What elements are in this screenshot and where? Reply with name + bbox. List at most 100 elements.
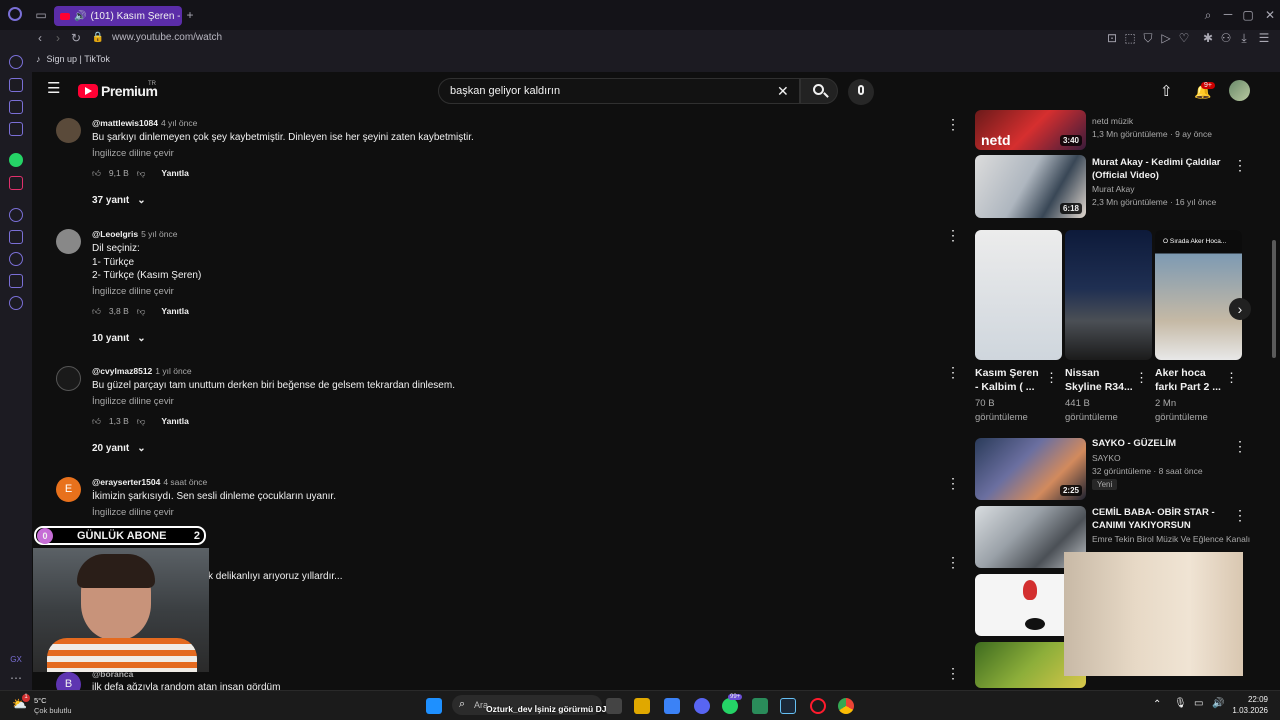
translate-link[interactable]: İngilizce diline çevir: [92, 286, 932, 297]
minimize-icon[interactable]: ─: [1220, 6, 1236, 22]
like-icon[interactable]: 👍︎: [92, 416, 101, 427]
short-menu-icon[interactable]: ⋮: [1225, 370, 1238, 386]
account-avatar[interactable]: [1229, 80, 1250, 101]
shield-icon[interactable]: ⛉: [1140, 30, 1156, 46]
dislike-icon[interactable]: 👎︎: [137, 416, 146, 427]
instagram-icon[interactable]: [9, 176, 23, 190]
comment-menu-icon[interactable]: ⋮: [946, 475, 960, 492]
opera-gx-logo-icon[interactable]: [8, 7, 22, 21]
whatsapp-icon[interactable]: [9, 153, 23, 167]
task-view-icon[interactable]: [606, 698, 622, 714]
bookmark-tiktok[interactable]: ♪ Sign up | TikTok: [36, 54, 110, 64]
shorts-next-button[interactable]: ›: [1229, 298, 1251, 320]
pin-icon[interactable]: ⊡: [1104, 30, 1120, 46]
url-field[interactable]: www.youtube.com/watch: [112, 32, 222, 43]
clock-time[interactable]: 22:09: [1232, 695, 1268, 704]
app-icon[interactable]: [752, 698, 768, 714]
opera-icon[interactable]: [810, 698, 826, 714]
mic-tray-icon[interactable]: 🎙: [1174, 698, 1187, 709]
dislike-icon[interactable]: 👎︎: [137, 306, 146, 317]
comment-author[interactable]: @mattlewis1084: [92, 118, 158, 128]
profile-icon[interactable]: ⚇: [1218, 30, 1234, 46]
like-icon[interactable]: 👍︎: [92, 306, 101, 317]
video-title[interactable]: SAYKO - GÜZELİM: [1092, 437, 1176, 450]
channel-name[interactable]: Emre Tekin Birol Müzik Ve Eğlence Kanalı: [1092, 533, 1250, 546]
comment-time[interactable]: 4 yıl önce: [161, 118, 197, 128]
comment-author[interactable]: @erayserter1504: [92, 477, 160, 487]
tab-manager-icon[interactable]: ▭: [33, 7, 49, 23]
history-icon[interactable]: [9, 208, 23, 222]
translate-link[interactable]: İngilizce diline çevir: [92, 396, 932, 407]
comment-menu-icon[interactable]: ⋮: [946, 227, 960, 244]
windows-start-icon[interactable]: [426, 698, 442, 714]
tab-youtube[interactable]: 🔊 (101) Kasım Şeren - Aşı: [54, 6, 182, 26]
close-window-icon[interactable]: ✕: [1262, 7, 1278, 23]
file-explorer-icon[interactable]: [634, 698, 650, 714]
comment-avatar[interactable]: [56, 118, 81, 143]
maximize-icon[interactable]: ▢: [1240, 7, 1256, 23]
channel-name[interactable]: netd müzik: [1092, 115, 1133, 128]
search-input[interactable]: başkan geliyor kaldırın: [438, 78, 800, 104]
video-title[interactable]: CEMİL BABA- OBİR STAR - CANIMI YAKIYORSUN: [1092, 506, 1215, 532]
bookmarks-icon[interactable]: [9, 230, 23, 244]
short-menu-icon[interactable]: ⋮: [1045, 370, 1058, 386]
translate-link[interactable]: İngilizce diline çevir: [92, 148, 932, 159]
comment-time[interactable]: 4 saat önce: [163, 477, 207, 487]
comment-avatar[interactable]: [56, 229, 81, 254]
short-title[interactable]: Nissan Skyline R34...: [1065, 366, 1139, 394]
clock-icon[interactable]: [9, 252, 23, 266]
channel-name[interactable]: SAYKO: [1092, 452, 1121, 465]
forward-icon[interactable]: ›: [50, 30, 66, 46]
comment-menu-icon[interactable]: ⋮: [946, 364, 960, 381]
video-thumbnail[interactable]: 2:25: [975, 438, 1086, 500]
download-icon[interactable]: ⤓: [1236, 30, 1252, 46]
video-thumbnail[interactable]: 6:18: [975, 155, 1086, 218]
app-icon[interactable]: [664, 698, 680, 714]
youtube-logo-icon[interactable]: [78, 84, 98, 98]
extensions-icon[interactable]: ✱: [1200, 30, 1216, 46]
messenger-icon[interactable]: [9, 122, 23, 136]
video-menu-icon[interactable]: ⋮: [1233, 507, 1247, 524]
short-thumbnail[interactable]: [975, 230, 1062, 360]
gx-icon[interactable]: GX: [8, 652, 24, 668]
gx-control-icon[interactable]: [9, 78, 23, 92]
whatsapp-taskbar-icon[interactable]: [722, 698, 738, 714]
short-thumbnail[interactable]: [1065, 230, 1152, 360]
sidebar-scrollbar[interactable]: [1272, 240, 1276, 358]
reply-button[interactable]: Yanıtla: [161, 306, 188, 316]
search-tabs-icon[interactable]: ⌕: [1200, 7, 1216, 23]
snapshot-icon[interactable]: ⬚: [1122, 30, 1138, 46]
comment-author[interactable]: @cvylmaz8512: [92, 366, 152, 376]
short-thumbnail[interactable]: O Sırada Aker Hoca...: [1155, 230, 1242, 360]
clear-search-icon[interactable]: ✕: [777, 83, 789, 100]
comment-menu-icon[interactable]: ⋮: [946, 554, 960, 571]
new-tab-icon[interactable]: +: [182, 7, 198, 23]
chat-icon[interactable]: [9, 274, 23, 288]
comment-time[interactable]: 1 yıl önce: [155, 366, 191, 376]
replies-toggle[interactable]: 20 yanıt ⌄: [92, 443, 932, 454]
video-title[interactable]: Murat Akay - Kedimi Çaldılar (Official Vi…: [1092, 156, 1220, 182]
dislike-icon[interactable]: 👎︎: [137, 168, 146, 179]
player-icon[interactable]: [9, 55, 23, 69]
twitch-icon[interactable]: [9, 100, 23, 114]
steam-icon[interactable]: [780, 698, 796, 714]
video-menu-icon[interactable]: ⋮: [1233, 438, 1247, 455]
reply-button[interactable]: Yanıtla: [161, 168, 188, 178]
replies-toggle[interactable]: 10 yanıt ⌄: [92, 333, 932, 344]
short-title[interactable]: Kasım Şeren - Kalbim ( ...: [975, 366, 1049, 394]
voice-search-button[interactable]: [848, 79, 874, 105]
comment-avatar[interactable]: E: [56, 477, 81, 502]
translate-link[interactable]: İngilizce diline çevir: [92, 507, 932, 518]
network-icon[interactable]: ▭: [1194, 698, 1203, 709]
reply-button[interactable]: Yanıtla: [161, 416, 188, 426]
search-button[interactable]: [800, 78, 838, 104]
create-upload-icon[interactable]: ⇧: [1160, 82, 1173, 100]
comment-author[interactable]: @Leoelgris: [92, 229, 138, 239]
channel-name[interactable]: Murat Akay: [1092, 183, 1135, 196]
settings-icon[interactable]: [9, 296, 23, 310]
short-menu-icon[interactable]: ⋮: [1135, 370, 1148, 386]
comment-menu-icon[interactable]: ⋮: [946, 116, 960, 133]
back-icon[interactable]: ‹: [32, 30, 48, 46]
chrome-icon[interactable]: [838, 698, 854, 714]
comment-time[interactable]: 5 yıl önce: [141, 229, 177, 239]
